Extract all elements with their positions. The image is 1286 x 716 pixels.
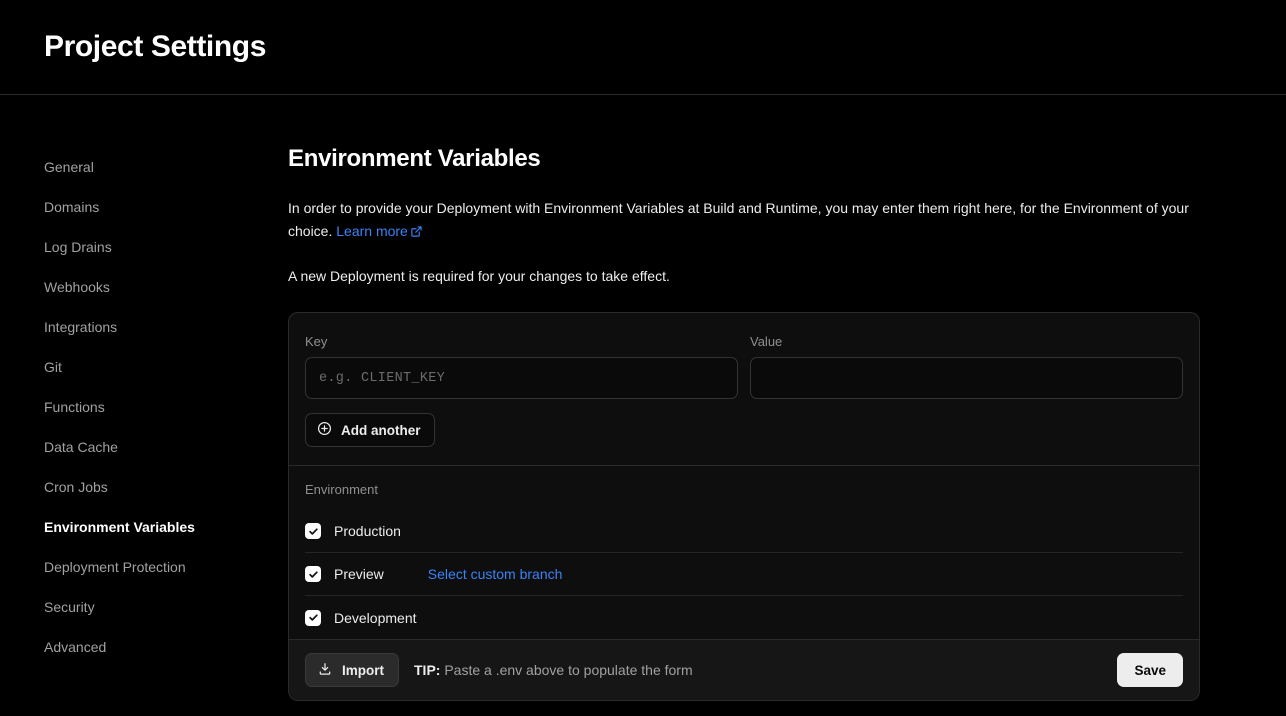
environment-section: Environment Production Preview Select cust…	[289, 465, 1199, 639]
deployment-note: A new Deployment is required for your ch…	[288, 268, 670, 285]
key-field-group: Key	[305, 334, 738, 400]
value-input[interactable]	[750, 357, 1183, 400]
page-title: Project Settings	[44, 30, 266, 63]
environment-name: Preview	[334, 566, 384, 583]
environment-rows: Production Preview Select custom branch Dev…	[305, 510, 1183, 639]
env-var-card: Key Value Add another Environment Produc…	[288, 312, 1200, 702]
sidebar-item-security[interactable]: Security	[44, 587, 288, 627]
sidebar-item-functions[interactable]: Functions	[44, 387, 288, 427]
key-input[interactable]	[305, 357, 738, 400]
sidebar-item-log-drains[interactable]: Log Drains	[44, 227, 288, 267]
environment-name: Development	[334, 609, 417, 626]
environment-row: Preview Select custom branch	[305, 553, 1183, 597]
tip-text: TIP: Paste a .env above to populate the …	[414, 663, 693, 677]
sidebar-item-git[interactable]: Git	[44, 347, 288, 387]
card-footer: Import TIP: Paste a .env above to popula…	[289, 639, 1199, 701]
sidebar-item-data-cache[interactable]: Data Cache	[44, 427, 288, 467]
sidebar-item-integrations[interactable]: Integrations	[44, 307, 288, 347]
value-label: Value	[750, 334, 783, 350]
add-another-label: Add another	[341, 422, 421, 438]
settings-sidebar: General Domains Log Drains Webhooks Integrat…	[0, 147, 288, 701]
sidebar-item-general[interactable]: General	[44, 147, 288, 187]
save-button[interactable]: Save	[1117, 653, 1183, 688]
sidebar-item-environment-variables[interactable]: Environment Variables	[44, 507, 288, 547]
add-another-button[interactable]: Add another	[305, 413, 435, 448]
environment-row: Production	[305, 510, 1183, 554]
environment-name: Production	[334, 523, 401, 540]
value-field-group: Value	[750, 334, 1183, 400]
external-link-icon	[411, 221, 422, 244]
sidebar-nav-list: General Domains Log Drains Webhooks Integrat…	[44, 147, 288, 667]
download-icon	[318, 662, 332, 679]
sidebar-item-webhooks[interactable]: Webhooks	[44, 267, 288, 307]
select-custom-branch-link[interactable]: Select custom branch	[428, 567, 563, 581]
intro-text: In order to provide your Deployment with…	[288, 200, 1189, 239]
env-var-form-section: Key Value Add another	[289, 313, 1199, 465]
sidebar-item-deployment-protection[interactable]: Deployment Protection	[44, 547, 288, 587]
tip-prefix: TIP:	[414, 662, 441, 679]
environment-row: Development	[305, 596, 1183, 639]
page-header: Project Settings	[0, 0, 1286, 95]
page-body: General Domains Log Drains Webhooks Integrat…	[0, 95, 1286, 702]
import-label: Import	[342, 662, 384, 678]
sidebar-item-advanced[interactable]: Advanced	[44, 627, 288, 667]
sidebar-item-domains[interactable]: Domains	[44, 187, 288, 227]
section-title: Environment Variables	[288, 145, 541, 172]
learn-more-label: Learn more	[336, 222, 408, 239]
key-value-row: Key Value	[305, 334, 1183, 400]
tip-body: Paste a .env above to populate the form	[444, 662, 693, 679]
environment-label: Environment	[305, 482, 378, 498]
import-button[interactable]: Import	[305, 653, 399, 688]
checkbox-production[interactable]	[305, 523, 321, 540]
sidebar-item-cron-jobs[interactable]: Cron Jobs	[44, 467, 288, 507]
main-content: Environment Variables In order to provid…	[288, 145, 1286, 702]
checkbox-development[interactable]	[305, 609, 321, 626]
plus-circle-icon	[317, 421, 332, 439]
checkbox-preview[interactable]	[305, 566, 321, 583]
key-label: Key	[305, 334, 328, 350]
intro-paragraph: In order to provide your Deployment with…	[288, 197, 1200, 243]
learn-more-link[interactable]: Learn more	[336, 223, 422, 239]
